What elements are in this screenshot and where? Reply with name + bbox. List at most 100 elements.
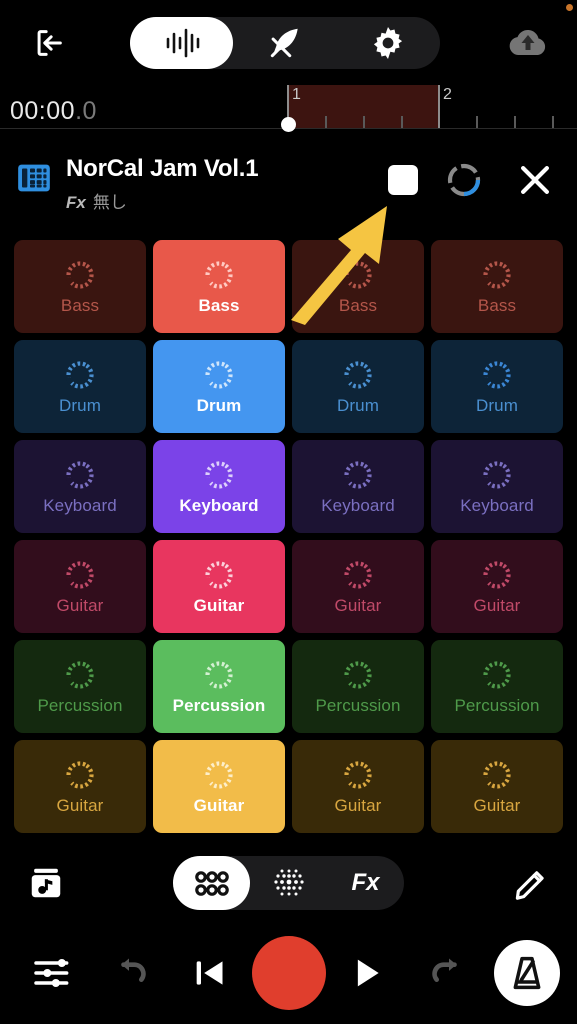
- mode-toggle[interactable]: Fx: [173, 856, 404, 910]
- pad-label: Guitar: [56, 795, 104, 815]
- pad-cell[interactable]: Guitar: [431, 740, 563, 833]
- loop-progress-button[interactable]: [442, 158, 486, 202]
- bar-number-1: 1: [292, 86, 301, 103]
- exit-icon: [37, 30, 62, 56]
- pad-cell[interactable]: Keyboard: [153, 440, 285, 533]
- pad-cell[interactable]: Guitar: [292, 740, 424, 833]
- skip-back-icon: [196, 961, 223, 985]
- redo-icon: [432, 958, 457, 982]
- metronome-circle: [494, 940, 560, 1006]
- dot-matrix-icon: [273, 869, 304, 896]
- ruler-tick: [514, 116, 516, 128]
- tab-settings[interactable]: [337, 17, 440, 69]
- pad-cell[interactable]: Bass: [292, 240, 424, 333]
- pad-grid[interactable]: Bass Bass Bass Bass Drum Drum Drum Drum Keyboard…: [14, 240, 563, 840]
- play-button[interactable]: [332, 922, 402, 1024]
- project-header: NorCal Jam Vol.1 Fx 無し: [0, 146, 577, 214]
- loop-ring-icon: [204, 660, 233, 689]
- pad-label: Percussion: [172, 695, 266, 715]
- exit-button[interactable]: [26, 21, 72, 65]
- pads-grid-icon: [194, 871, 229, 896]
- skip-to-start-button[interactable]: [175, 922, 245, 1024]
- cloud-upload-icon: [509, 29, 546, 55]
- mode-tab-fx-label: Fx: [351, 869, 380, 896]
- pad-cell[interactable]: Bass: [431, 240, 563, 333]
- pad-label: Guitar: [473, 795, 521, 815]
- waveform-icon: [166, 28, 199, 58]
- pad-cell[interactable]: Bass: [153, 240, 285, 333]
- view-mode-toggle[interactable]: [130, 17, 440, 69]
- redo-button[interactable]: [412, 922, 482, 1024]
- cloud-upload-button[interactable]: [505, 20, 551, 64]
- pad-cell[interactable]: Guitar: [153, 740, 285, 833]
- pad-label: Drum: [337, 395, 379, 415]
- loop-ring-icon: [343, 260, 372, 289]
- pad-label: Percussion: [315, 695, 401, 715]
- pad-cell[interactable]: Percussion: [431, 640, 563, 733]
- playhead-handle[interactable]: [281, 117, 296, 132]
- pencil-icon: [515, 871, 544, 900]
- tab-quill[interactable]: [233, 17, 336, 69]
- pad-grid-icon[interactable]: [14, 158, 54, 198]
- record-icon: [252, 936, 326, 1010]
- pad-cell[interactable]: Keyboard: [14, 440, 146, 533]
- undo-button[interactable]: [96, 922, 166, 1024]
- pad-cell[interactable]: Percussion: [153, 640, 285, 733]
- pad-cell[interactable]: Drum: [292, 340, 424, 433]
- pad-label: Keyboard: [460, 495, 534, 515]
- pad-cell[interactable]: Guitar: [153, 540, 285, 633]
- pad-label: Keyboard: [43, 495, 117, 515]
- mode-tab-notes[interactable]: [250, 856, 327, 910]
- bar-line-2: [438, 85, 440, 128]
- tab-waveform[interactable]: [130, 17, 234, 69]
- sound-library-button[interactable]: [22, 860, 70, 906]
- loop-ring-icon: [482, 260, 511, 289]
- pad-cell[interactable]: Guitar: [14, 740, 146, 833]
- loop-ring-icon: [204, 360, 233, 389]
- pad-grid-icon-glyph: [18, 164, 50, 192]
- mixer-button[interactable]: [14, 922, 88, 1024]
- loop-ring-icon: [482, 360, 511, 389]
- mode-tab-pads[interactable]: [173, 856, 250, 910]
- pad-cell[interactable]: Percussion: [14, 640, 146, 733]
- pad-label: Guitar: [334, 795, 382, 815]
- pad-cell[interactable]: Keyboard: [431, 440, 563, 533]
- loop-ring-icon: [65, 460, 94, 489]
- pad-label: Bass: [198, 295, 240, 315]
- edit-button[interactable]: [507, 860, 555, 906]
- pad-label: Bass: [60, 295, 100, 315]
- app-root: 1 2 00:00.0 NorCal Jam Vol.1 Fx 無し Bass …: [0, 0, 577, 1024]
- loop-ring-icon: [343, 560, 372, 589]
- pad-cell[interactable]: Bass: [14, 240, 146, 333]
- loop-ring-icon: [343, 460, 372, 489]
- metronome-button[interactable]: [490, 922, 564, 1024]
- loop-ring-icon: [204, 260, 233, 289]
- stop-button[interactable]: [381, 158, 425, 202]
- loop-ring-icon: [65, 660, 94, 689]
- loop-ring-icon: [204, 760, 233, 789]
- mode-tab-fx[interactable]: Fx: [327, 856, 404, 910]
- timeline-ruler[interactable]: 1 2 00:00.0: [0, 85, 577, 133]
- undo-icon: [121, 958, 146, 982]
- close-button[interactable]: [511, 158, 559, 202]
- ruler-tick: [552, 116, 554, 128]
- bar-number-2: 2: [443, 86, 452, 103]
- pad-cell[interactable]: Drum: [431, 340, 563, 433]
- time-display-main: 00:00: [10, 97, 76, 125]
- loop-ring-icon: [482, 760, 511, 789]
- pad-label: Guitar: [473, 595, 521, 615]
- pad-cell[interactable]: Guitar: [431, 540, 563, 633]
- record-button[interactable]: [250, 922, 328, 1024]
- pad-cell[interactable]: Guitar: [292, 540, 424, 633]
- pad-cell[interactable]: Drum: [14, 340, 146, 433]
- pad-cell[interactable]: Guitar: [14, 540, 146, 633]
- pad-label: Guitar: [334, 595, 382, 615]
- pad-label: Guitar: [56, 595, 104, 615]
- pad-cell[interactable]: Keyboard: [292, 440, 424, 533]
- pad-cell[interactable]: Percussion: [292, 640, 424, 733]
- loop-ring-icon: [65, 560, 94, 589]
- pad-label: Drum: [476, 395, 518, 415]
- pad-cell[interactable]: Drum: [153, 340, 285, 433]
- ruler-tick: [363, 116, 365, 128]
- transport-bar: [0, 922, 577, 1024]
